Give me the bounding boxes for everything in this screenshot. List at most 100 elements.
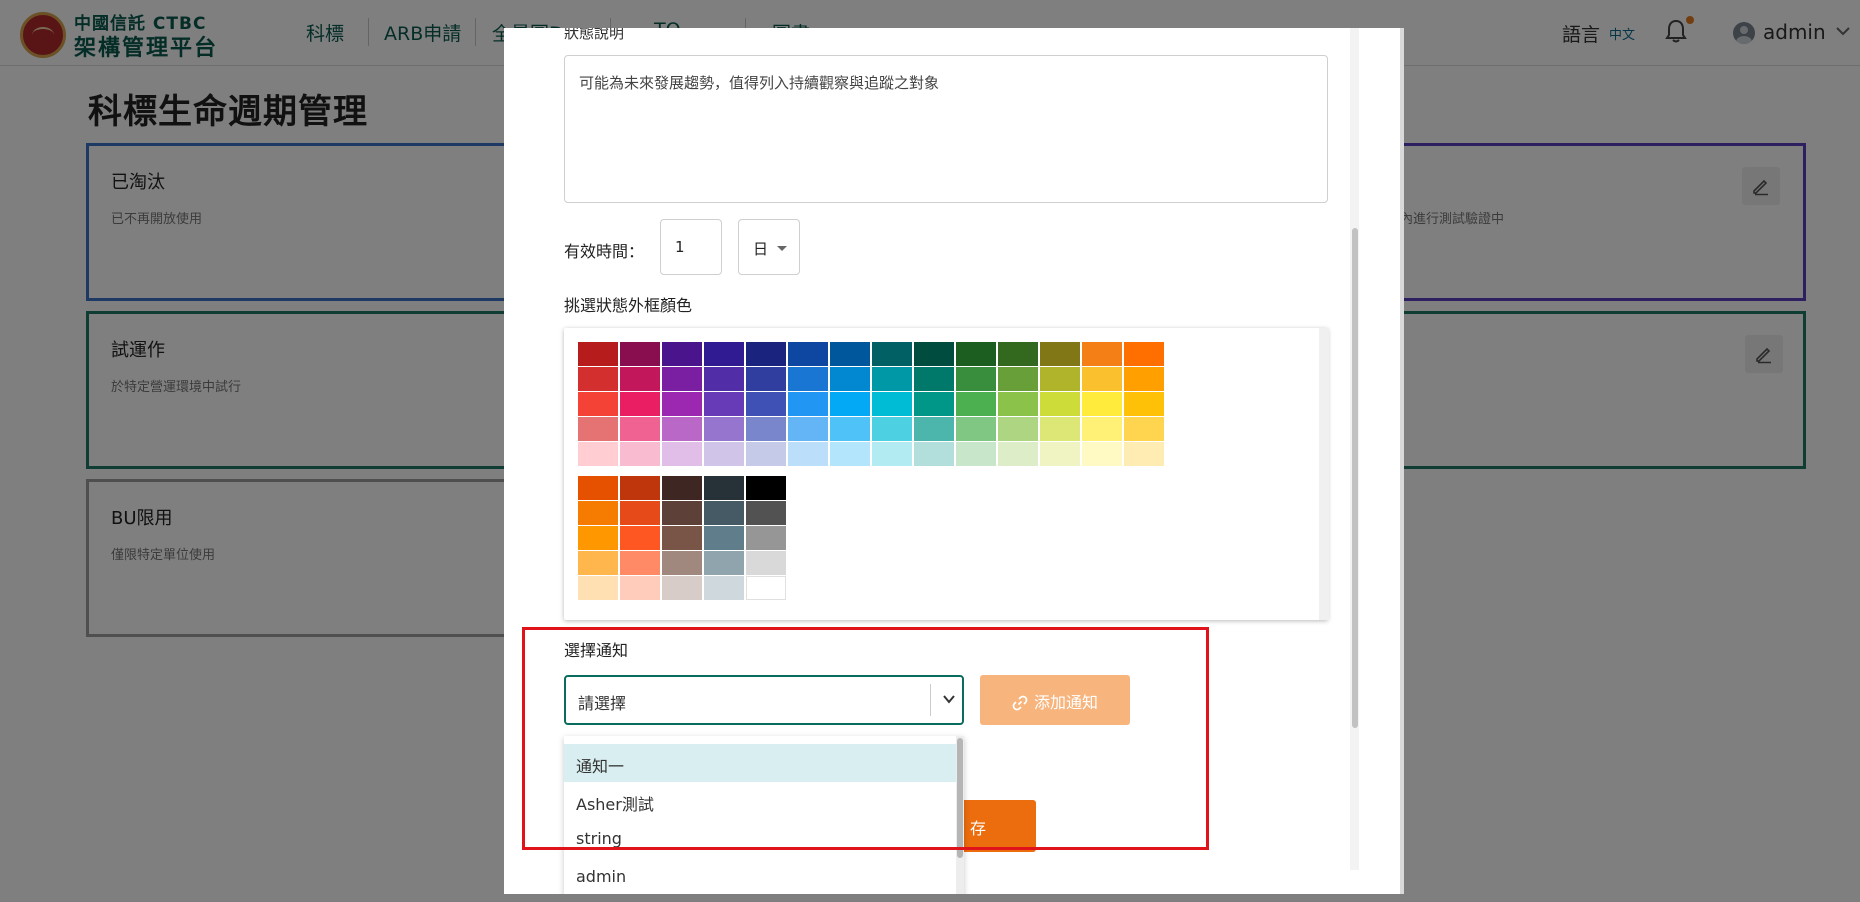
color-swatch[interactable] (746, 551, 786, 575)
color-swatch[interactable] (872, 392, 912, 416)
valid-time-input[interactable]: 1 (660, 219, 722, 275)
color-swatch[interactable] (914, 392, 954, 416)
color-swatch[interactable] (956, 342, 996, 366)
color-swatch[interactable] (914, 442, 954, 466)
color-swatch[interactable] (578, 551, 618, 575)
color-swatch[interactable] (704, 367, 744, 391)
color-swatch[interactable] (620, 501, 660, 525)
color-swatch[interactable] (578, 342, 618, 366)
color-swatch[interactable] (620, 476, 660, 500)
color-swatch[interactable] (872, 367, 912, 391)
color-swatch[interactable] (620, 551, 660, 575)
color-swatch[interactable] (704, 342, 744, 366)
color-swatch[interactable] (830, 342, 870, 366)
color-swatch[interactable] (746, 342, 786, 366)
color-swatch[interactable] (956, 417, 996, 441)
color-swatch[interactable] (788, 442, 828, 466)
dropdown-option[interactable]: admin (564, 858, 956, 894)
color-swatch[interactable] (1124, 417, 1164, 441)
color-swatch[interactable] (704, 476, 744, 500)
color-swatch[interactable] (578, 417, 618, 441)
color-swatch[interactable] (620, 417, 660, 441)
color-swatch[interactable] (914, 342, 954, 366)
color-swatch[interactable] (788, 392, 828, 416)
palette-scrollbar[interactable] (1319, 328, 1329, 620)
color-swatch[interactable] (1124, 367, 1164, 391)
color-swatch[interactable] (662, 501, 702, 525)
color-swatch[interactable] (872, 417, 912, 441)
color-swatch[interactable] (578, 526, 618, 550)
color-swatch[interactable] (746, 442, 786, 466)
color-swatch[interactable] (578, 392, 618, 416)
color-swatch[interactable] (1082, 367, 1122, 391)
color-swatch[interactable] (662, 576, 702, 600)
color-swatch[interactable] (620, 442, 660, 466)
color-swatch[interactable] (662, 476, 702, 500)
color-swatch[interactable] (746, 392, 786, 416)
color-swatch[interactable] (746, 576, 786, 600)
color-swatch[interactable] (578, 442, 618, 466)
color-swatch[interactable] (998, 367, 1038, 391)
color-swatch[interactable] (914, 367, 954, 391)
status-description-textarea[interactable]: 可能為未來發展趨勢，值得列入持續觀察與追蹤之對象 (564, 55, 1328, 203)
color-swatch[interactable] (788, 417, 828, 441)
color-swatch[interactable] (746, 501, 786, 525)
color-swatch[interactable] (704, 417, 744, 441)
color-swatch[interactable] (578, 501, 618, 525)
color-swatch[interactable] (662, 417, 702, 441)
color-swatch[interactable] (704, 501, 744, 525)
color-swatch[interactable] (1082, 442, 1122, 466)
color-swatch[interactable] (1082, 392, 1122, 416)
color-swatch[interactable] (662, 367, 702, 391)
color-swatch[interactable] (662, 392, 702, 416)
color-swatch[interactable] (620, 576, 660, 600)
color-swatch[interactable] (578, 476, 618, 500)
color-swatch[interactable] (704, 392, 744, 416)
color-swatch[interactable] (1124, 442, 1164, 466)
color-swatch[interactable] (1040, 392, 1080, 416)
color-swatch[interactable] (998, 342, 1038, 366)
color-swatch[interactable] (788, 342, 828, 366)
color-swatch[interactable] (620, 526, 660, 550)
color-swatch[interactable] (578, 576, 618, 600)
color-swatch[interactable] (746, 526, 786, 550)
color-swatch[interactable] (1124, 342, 1164, 366)
color-swatch[interactable] (914, 417, 954, 441)
color-swatch[interactable] (872, 442, 912, 466)
color-swatch[interactable] (1082, 342, 1122, 366)
color-swatch[interactable] (662, 342, 702, 366)
color-swatch[interactable] (998, 392, 1038, 416)
color-swatch[interactable] (830, 392, 870, 416)
color-swatch[interactable] (956, 392, 996, 416)
color-swatch[interactable] (620, 392, 660, 416)
color-swatch[interactable] (746, 417, 786, 441)
color-swatch[interactable] (1040, 442, 1080, 466)
color-swatch[interactable] (620, 367, 660, 391)
color-swatch[interactable] (998, 442, 1038, 466)
color-swatch[interactable] (788, 367, 828, 391)
color-swatch[interactable] (830, 417, 870, 441)
color-swatch[interactable] (704, 551, 744, 575)
color-swatch[interactable] (1040, 417, 1080, 441)
color-swatch[interactable] (662, 551, 702, 575)
color-swatch[interactable] (998, 417, 1038, 441)
color-swatch[interactable] (662, 526, 702, 550)
color-swatch[interactable] (704, 576, 744, 600)
color-swatch[interactable] (662, 442, 702, 466)
color-swatch[interactable] (746, 476, 786, 500)
color-swatch[interactable] (578, 367, 618, 391)
color-swatch[interactable] (746, 367, 786, 391)
color-swatch[interactable] (1082, 417, 1122, 441)
color-swatch[interactable] (956, 367, 996, 391)
color-swatch[interactable] (1124, 392, 1164, 416)
color-swatch[interactable] (956, 442, 996, 466)
color-swatch[interactable] (704, 526, 744, 550)
color-swatch[interactable] (1040, 342, 1080, 366)
valid-time-unit-select[interactable]: 日 (738, 219, 800, 275)
color-swatch[interactable] (872, 342, 912, 366)
color-swatch[interactable] (704, 442, 744, 466)
color-swatch[interactable] (620, 342, 660, 366)
color-swatch[interactable] (1040, 367, 1080, 391)
color-swatch[interactable] (830, 442, 870, 466)
color-swatch[interactable] (830, 367, 870, 391)
